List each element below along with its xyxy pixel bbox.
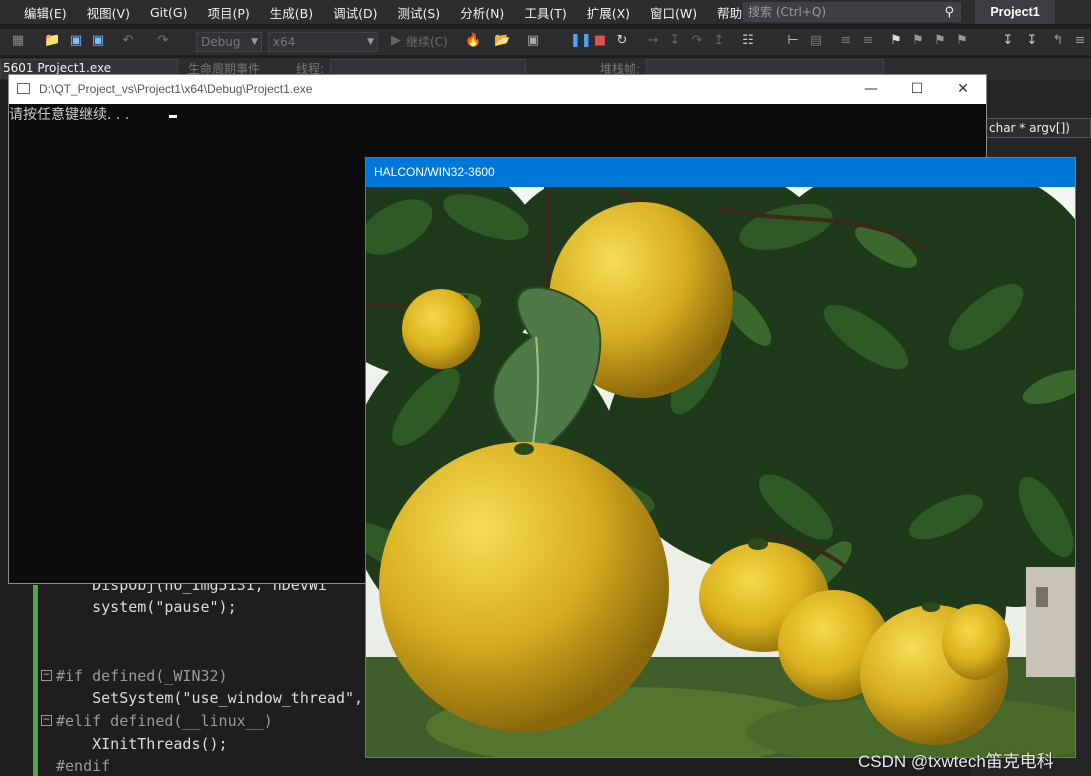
code-line-endif: #endif: [56, 757, 111, 775]
configuration-value: Debug: [201, 35, 241, 49]
save-all-icon[interactable]: ▣: [90, 33, 106, 49]
code-line-system-pause: system("pause");: [56, 598, 237, 616]
menu-debug[interactable]: 调试(D): [323, 3, 387, 22]
screenshot-icon[interactable]: ▣: [525, 33, 541, 49]
configuration-select[interactable]: Debug ▼: [196, 32, 262, 52]
standard-toolbar: ▦ 📁 ▣ ▣ ↶ ↷ Debug ▼ x64 ▼ ▶ 继续(C) 🔥 📂 ▣ ❚❚…: [0, 29, 1091, 55]
restart-icon[interactable]: ↻: [614, 33, 630, 49]
pause-icon[interactable]: ❚❚: [570, 33, 592, 49]
code-line-elif-linux: #elif defined(__linux__): [56, 712, 273, 730]
menu-test[interactable]: 测试(S): [388, 3, 451, 22]
halcon-title-bar[interactable]: HALCON/WIN32-3600: [366, 158, 1075, 187]
signature-tooltip: char * argv[]): [986, 118, 1091, 138]
solution-title: Project1: [975, 0, 1055, 24]
console-app-icon: [17, 83, 30, 94]
menu-analyze[interactable]: 分析(N): [450, 3, 514, 22]
search-icon: ⚲: [944, 5, 954, 20]
menu-build[interactable]: 生成(B): [260, 3, 323, 22]
watermark: CSDN @txwtech笛克电科: [858, 752, 1054, 771]
code-line-xinitthreads: XInitThreads();: [56, 735, 228, 753]
thread-icon[interactable]: ⊢: [785, 33, 801, 49]
menu-project[interactable]: 项目(P): [197, 3, 259, 22]
menu-tools[interactable]: 工具(T): [514, 3, 576, 22]
continue-button[interactable]: 继续(C): [406, 32, 448, 52]
next-bookmark-icon[interactable]: ⚑: [932, 33, 948, 49]
change-indicator: [33, 585, 38, 776]
prev-bookmark-icon[interactable]: ⚑: [910, 33, 926, 49]
search-input[interactable]: 搜索 (Ctrl+Q) ⚲: [743, 2, 961, 22]
platform-select[interactable]: x64 ▼: [268, 32, 378, 52]
show-next-statement-icon[interactable]: →: [645, 33, 661, 49]
chevron-down-icon: ▼: [251, 37, 258, 47]
browse-icon[interactable]: 📂: [494, 33, 510, 49]
open-folder-icon[interactable]: 📁: [44, 33, 60, 49]
chevron-down-icon: ▼: [367, 37, 374, 47]
export-icon[interactable]: ↰: [1050, 33, 1066, 49]
process-value: 5601 Project1.exe: [3, 61, 112, 75]
minimize-button[interactable]: —: [848, 75, 894, 103]
platform-value: x64: [273, 35, 296, 49]
new-project-icon[interactable]: ▦: [10, 33, 26, 49]
step-over-icon[interactable]: ↷: [689, 33, 705, 49]
comment-icon[interactable]: ≡: [838, 33, 854, 49]
grapefruit: [402, 289, 480, 369]
console-cursor: [169, 115, 177, 118]
clear-bookmarks-icon[interactable]: ⚑: [954, 33, 970, 49]
menu-window[interactable]: 窗口(W): [640, 3, 707, 22]
hot-reload-icon[interactable]: 🔥: [465, 33, 481, 49]
stop-icon[interactable]: ■: [592, 33, 608, 49]
search-placeholder: 搜索 (Ctrl+Q): [748, 5, 827, 19]
step-out-icon[interactable]: ↥: [711, 33, 727, 49]
redo-icon[interactable]: ↷: [155, 33, 171, 49]
toolbar-more-icon[interactable]: ≡: [1072, 33, 1088, 49]
grapefruit-tree-image: [366, 187, 1075, 757]
inbox-icon[interactable]: ↧: [1024, 33, 1040, 49]
continue-icon[interactable]: ▶: [388, 33, 404, 49]
menu-git[interactable]: Git(G): [140, 5, 198, 20]
code-line-setsystem: SetSystem("use_window_thread",: [56, 689, 364, 707]
grapefruit: [379, 442, 669, 732]
fold-toggle-icon[interactable]: −: [41, 715, 52, 726]
undo-icon[interactable]: ↶: [120, 33, 136, 49]
save-icon[interactable]: ▣: [68, 33, 84, 49]
maximize-button[interactable]: ☐: [894, 75, 940, 103]
console-output: 请按任意键继续. . .: [9, 107, 130, 123]
console-title-bar[interactable]: D:\QT_Project_vs\Project1\x64\Debug\Proj…: [9, 75, 986, 104]
parallel-stacks-icon[interactable]: ▤: [808, 33, 824, 49]
menu-view[interactable]: 视图(V): [77, 3, 140, 22]
menu-edit[interactable]: 编辑(E): [0, 3, 77, 22]
step-into-icon[interactable]: ↧: [667, 33, 683, 49]
download-icon[interactable]: ↧: [1000, 33, 1016, 49]
close-button[interactable]: ✕: [940, 75, 986, 103]
code-line-if-win32: #if defined(_WIN32): [56, 667, 228, 685]
bookmark-icon[interactable]: ⚑: [888, 33, 904, 49]
console-title: D:\QT_Project_vs\Project1\x64\Debug\Proj…: [39, 82, 313, 96]
grapefruit: [942, 604, 1010, 680]
uncomment-icon[interactable]: ≡: [860, 33, 876, 49]
menu-extensions[interactable]: 扩展(X): [577, 3, 640, 22]
hex-display-icon[interactable]: ☷: [740, 33, 756, 49]
fold-toggle-icon[interactable]: −: [41, 670, 52, 681]
